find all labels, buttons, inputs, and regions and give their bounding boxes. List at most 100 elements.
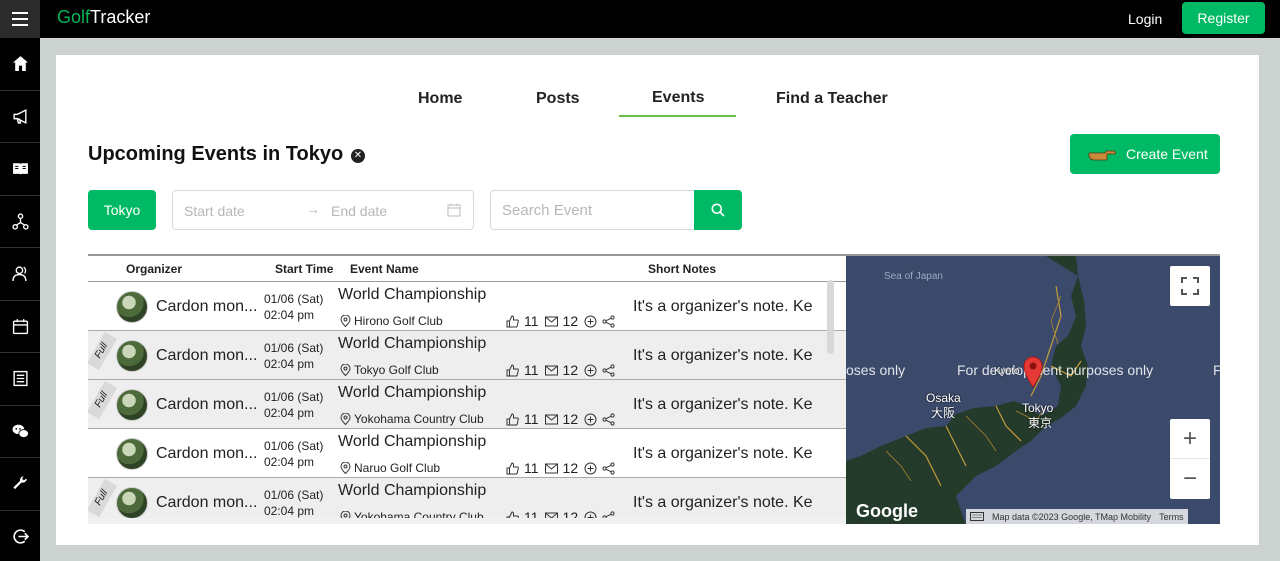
date-range-picker[interactable]: Start date → End date xyxy=(172,190,474,230)
event-start-time: 01/06 (Sat) 02:04 pm xyxy=(264,487,323,518)
add-circle-icon[interactable] xyxy=(584,462,597,475)
tab-home[interactable]: Home xyxy=(418,90,462,108)
active-tab-indicator xyxy=(619,115,736,117)
header-short-notes[interactable]: Short Notes xyxy=(648,262,716,276)
thumbs-up-icon[interactable] xyxy=(506,412,519,426)
event-start-time: 01/06 (Sat) 02:04 pm xyxy=(264,389,323,421)
avatar[interactable] xyxy=(116,389,148,421)
organizer-name[interactable]: Cardon mon... xyxy=(156,396,257,414)
events-map[interactable]: Sea of Japan oses only For development p… xyxy=(846,254,1220,524)
event-name[interactable]: World Championship xyxy=(338,286,486,304)
event-venue: Naruo Golf Club xyxy=(340,461,440,475)
top-bar: GolfTracker Login Register xyxy=(0,0,1280,38)
sidebar-item-announcements[interactable] xyxy=(0,91,40,143)
register-button[interactable]: Register xyxy=(1182,2,1265,34)
event-start-time: 01/06 (Sat) 02:04 pm xyxy=(264,340,323,372)
tab-events[interactable]: Events xyxy=(652,89,704,107)
map-attribution: Map data ©2023 Google, TMap Mobility xyxy=(992,511,1152,522)
sidebar-item-chat[interactable] xyxy=(0,406,40,458)
avatar[interactable] xyxy=(116,340,148,372)
map-terms-link[interactable]: Terms xyxy=(1159,512,1184,522)
location-pin-icon[interactable] xyxy=(1021,354,1045,388)
thumbs-up-icon[interactable] xyxy=(506,363,519,377)
share-icon[interactable] xyxy=(602,510,615,519)
message-count: 12 xyxy=(562,411,579,427)
add-circle-icon[interactable] xyxy=(584,364,597,377)
event-name[interactable]: World Championship xyxy=(338,384,486,402)
avatar[interactable] xyxy=(116,438,148,470)
chat-icon xyxy=(12,424,29,438)
organizer-name[interactable]: Cardon mon... xyxy=(156,298,257,316)
share-icon[interactable] xyxy=(602,412,615,426)
zoom-in-button[interactable]: + xyxy=(1170,419,1210,459)
fullscreen-button[interactable] xyxy=(1170,266,1210,306)
tab-find-a-teacher[interactable]: Find a Teacher xyxy=(776,90,888,108)
sidebar-item-calendar[interactable] xyxy=(0,301,40,353)
organizer-name[interactable]: Cardon mon... xyxy=(156,445,257,463)
dev-watermark-left: oses only xyxy=(846,362,906,378)
thumbs-up-icon[interactable] xyxy=(506,510,519,519)
calendar-icon[interactable] xyxy=(447,203,461,217)
search-input[interactable] xyxy=(502,202,692,219)
mail-icon[interactable] xyxy=(544,462,558,475)
table-row[interactable]: Full Cardon mon... 01/06 (Sat) 02:04 pm … xyxy=(88,380,846,429)
event-short-note: It's a organizer's note. Ke xyxy=(633,347,813,364)
sidebar-item-home[interactable] xyxy=(0,38,40,91)
end-date-input[interactable]: End date xyxy=(331,203,387,219)
table-row[interactable]: Full Cardon mon... 01/06 (Sat) 02:04 pm … xyxy=(88,331,846,380)
header-event-name[interactable]: Event Name xyxy=(350,262,419,276)
message-count: 12 xyxy=(562,362,579,378)
avatar[interactable] xyxy=(116,487,148,518)
create-event-button[interactable]: Create Event xyxy=(1070,134,1220,174)
message-count: 12 xyxy=(562,460,579,476)
hamburger-menu-icon[interactable] xyxy=(0,0,40,38)
city-filter-chip[interactable]: Tokyo xyxy=(88,190,156,230)
sidebar-item-members[interactable] xyxy=(0,248,40,301)
search-button[interactable] xyxy=(694,190,742,230)
location-pin-icon xyxy=(340,413,351,425)
avatar[interactable] xyxy=(116,291,148,323)
venue-name: Yokohama Country Club xyxy=(354,412,484,426)
header-organizer[interactable]: Organizer xyxy=(126,262,182,276)
search-event-field[interactable] xyxy=(490,190,695,230)
sidebar-item-tools[interactable] xyxy=(0,458,40,511)
keyboard-icon[interactable] xyxy=(970,512,984,521)
event-name[interactable]: World Championship xyxy=(338,482,486,500)
table-vertical-scrollbar[interactable] xyxy=(827,280,834,354)
event-name[interactable]: World Championship xyxy=(338,335,486,353)
mail-icon[interactable] xyxy=(544,364,558,377)
share-icon[interactable] xyxy=(602,363,615,377)
mail-icon[interactable] xyxy=(544,315,558,328)
thumbs-up-icon[interactable] xyxy=(506,314,519,328)
table-row[interactable]: Cardon mon... 01/06 (Sat) 02:04 pm World… xyxy=(88,429,846,478)
brand-logo[interactable]: GolfTracker xyxy=(57,7,150,28)
sidebar-item-list[interactable] xyxy=(0,353,40,406)
like-count: 11 xyxy=(524,509,539,518)
add-circle-icon[interactable] xyxy=(584,511,597,519)
zoom-out-button[interactable]: − xyxy=(1170,459,1210,499)
add-circle-icon[interactable] xyxy=(584,315,597,328)
share-icon[interactable] xyxy=(602,461,615,475)
mail-icon[interactable] xyxy=(544,413,558,426)
organizer-name[interactable]: Cardon mon... xyxy=(156,494,257,512)
start-date-input[interactable]: Start date xyxy=(184,203,245,219)
table-row[interactable]: Full Cardon mon... 01/06 (Sat) 02:04 pm … xyxy=(88,478,846,518)
event-stats: 11 12 xyxy=(506,509,615,518)
login-link[interactable]: Login xyxy=(1128,11,1162,27)
mail-icon[interactable] xyxy=(544,511,558,519)
event-name[interactable]: World Championship xyxy=(338,433,486,451)
table-horizontal-scrollbar[interactable] xyxy=(88,518,846,524)
sidebar-item-courses[interactable] xyxy=(0,143,40,196)
table-row[interactable]: Cardon mon... 01/06 (Sat) 02:04 pm World… xyxy=(88,282,846,331)
add-circle-icon[interactable] xyxy=(584,413,597,426)
sidebar-item-logout[interactable] xyxy=(0,511,40,561)
google-logo[interactable]: Google xyxy=(856,501,918,522)
clear-location-icon[interactable]: ✕ xyxy=(351,149,365,163)
header-start-time[interactable]: Start Time xyxy=(275,262,333,276)
organizer-name[interactable]: Cardon mon... xyxy=(156,347,257,365)
share-icon[interactable] xyxy=(602,314,615,328)
sidebar-item-network[interactable] xyxy=(0,196,40,248)
thumbs-up-icon[interactable] xyxy=(506,461,519,475)
tab-posts[interactable]: Posts xyxy=(536,90,580,108)
event-time: 02:04 pm xyxy=(264,455,315,469)
